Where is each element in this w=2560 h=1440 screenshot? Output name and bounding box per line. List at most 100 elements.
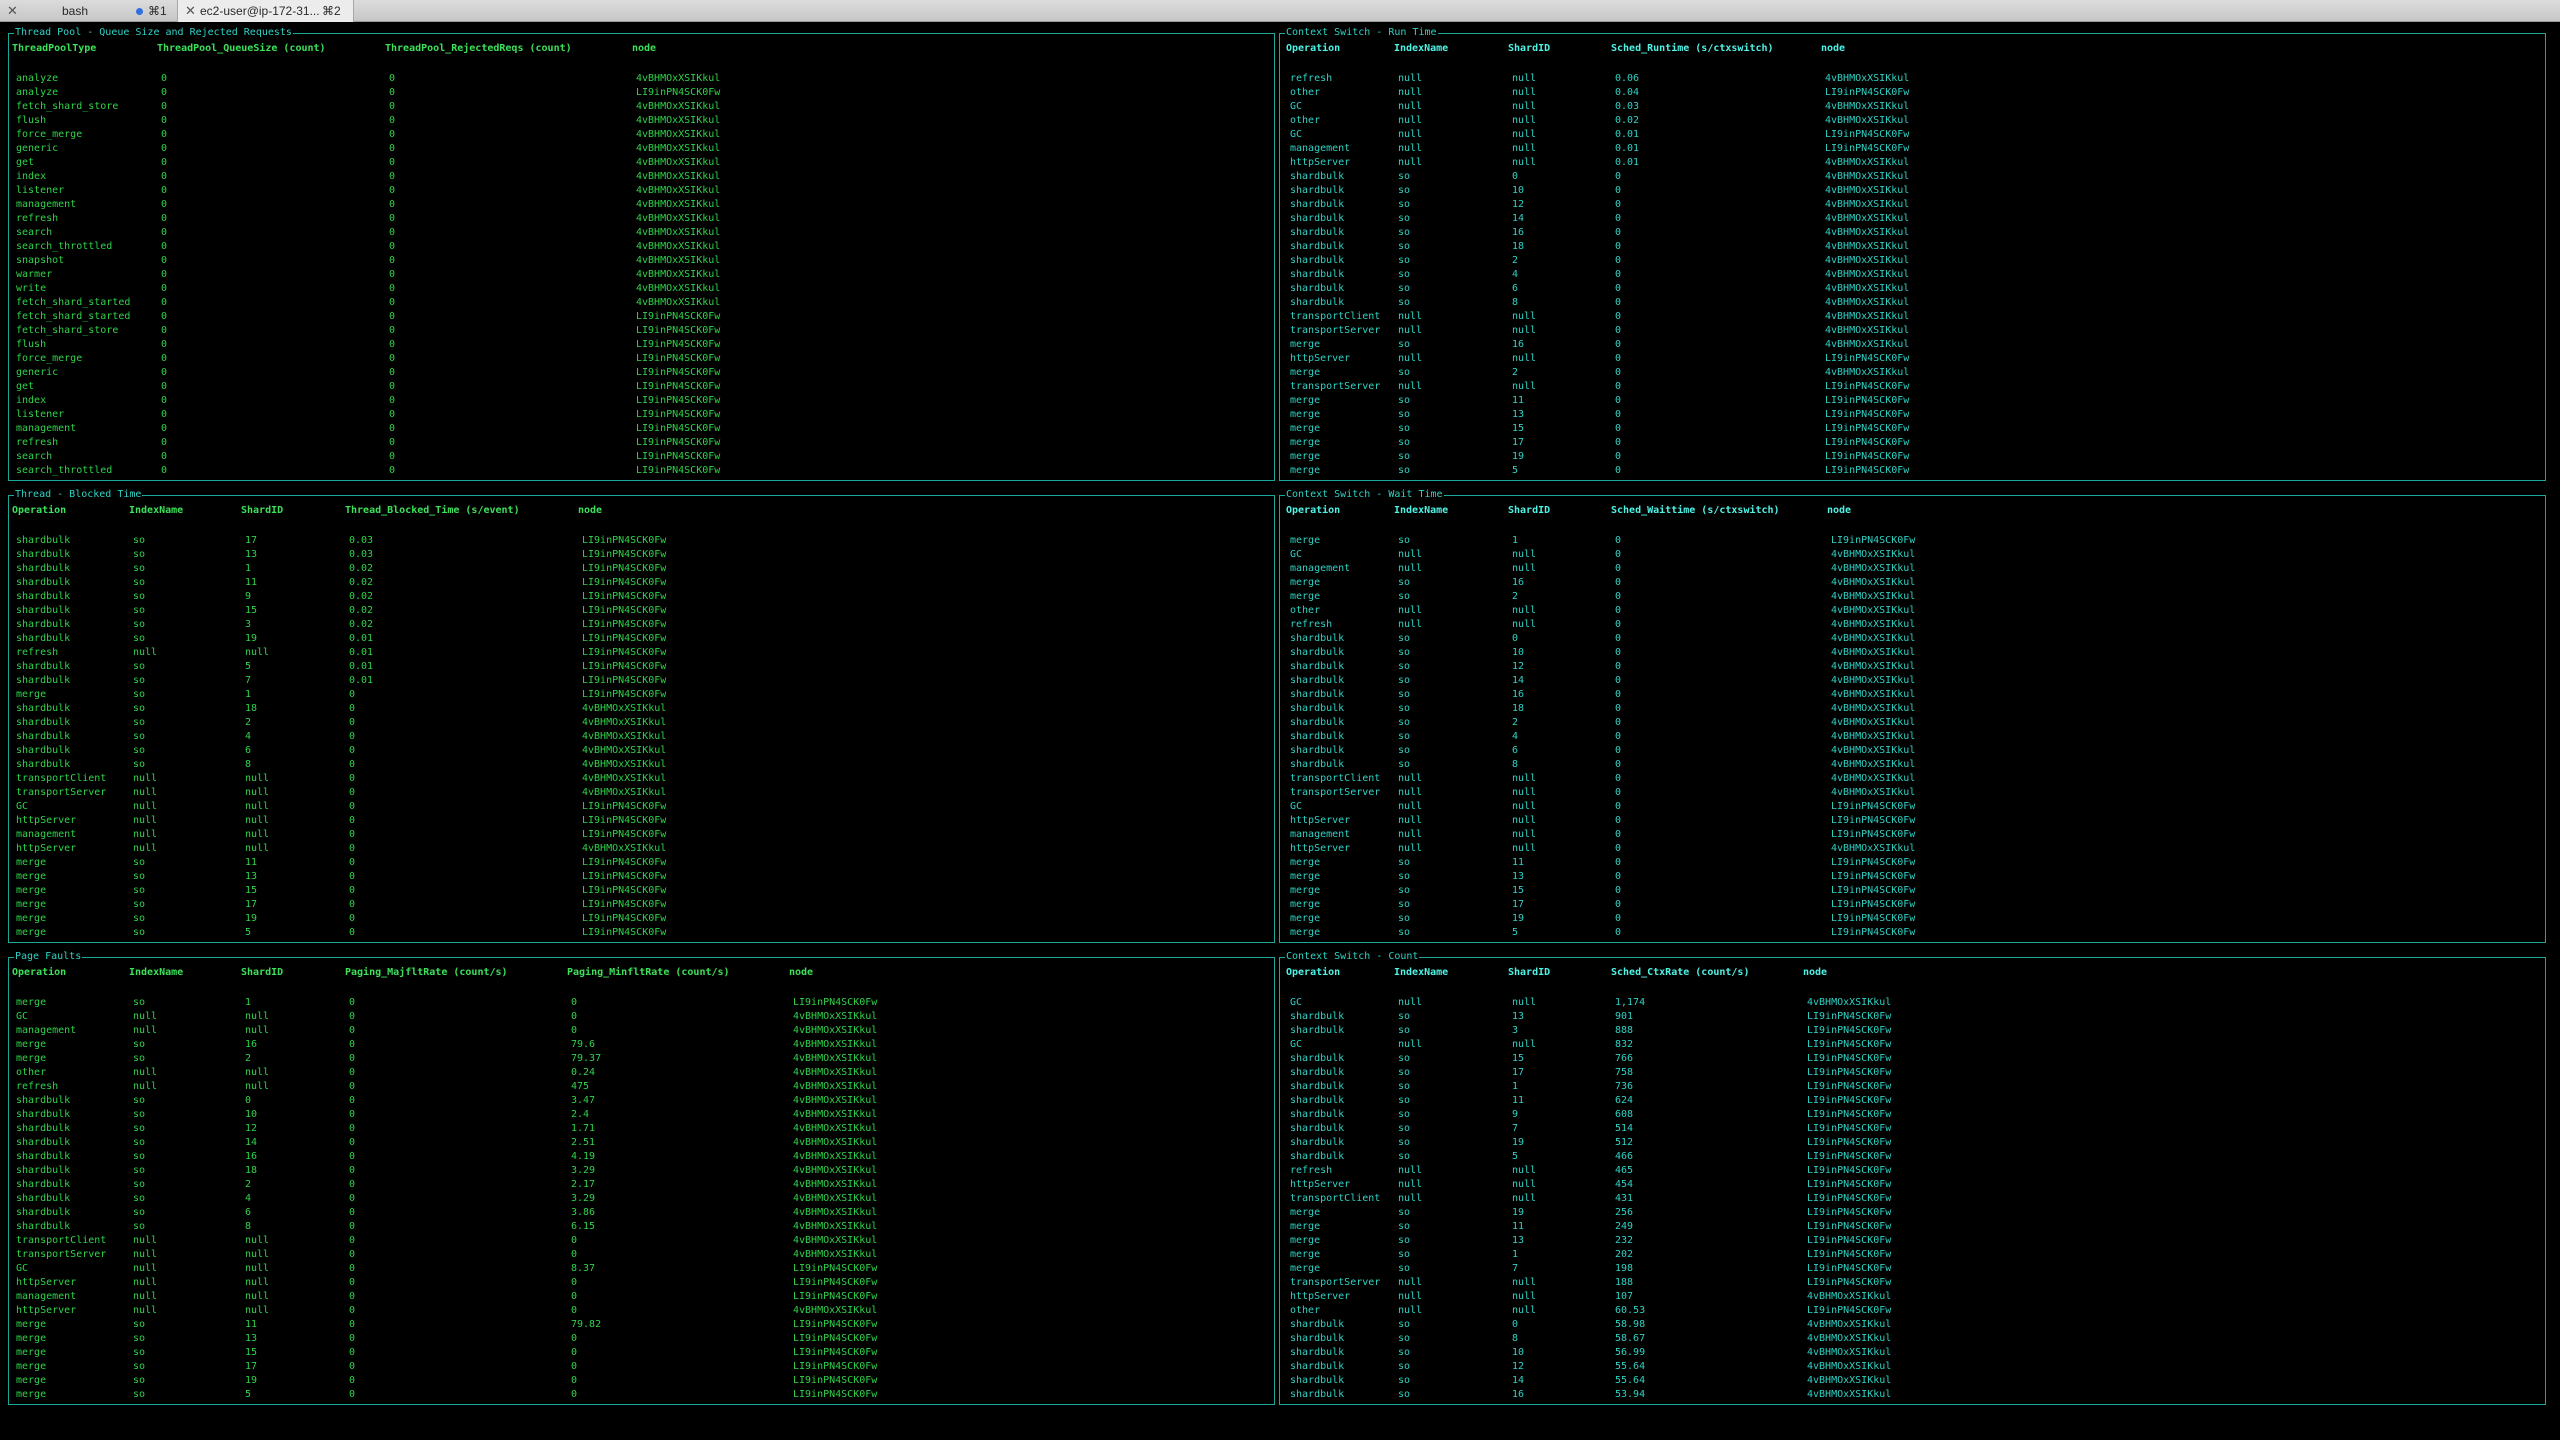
table-cell-threadpooltype: snapshot — [16, 255, 65, 266]
table-cell-operation: management — [1290, 143, 1351, 154]
table-cell-thread-blocked-time-s-event: 0 — [349, 689, 356, 700]
table-cell-threadpool-queuesize-count: 0 — [161, 367, 168, 378]
table-cell-node: 4vBHMOxXSIKkul — [793, 1249, 878, 1260]
table-cell-sched-waittime-s-ctxswitch: 0 — [1615, 745, 1622, 756]
table-cell-indexname: so — [133, 759, 146, 770]
column-header-threadpooltype: ThreadPoolType — [12, 43, 97, 54]
table-cell-paging-minfltrate-count-s: 0 — [571, 1277, 578, 1288]
table-cell-shardid: 5 — [1512, 1151, 1519, 1162]
tab-bash[interactable]: ✕ bash ⌘1 — [0, 0, 178, 22]
table-cell-node: 4vBHMOxXSIKkul — [582, 731, 667, 742]
table-cell-operation: merge — [1290, 591, 1321, 602]
table-cell-node: 4vBHMOxXSIKkul — [793, 1053, 878, 1064]
table-cell-shardid: 13 — [245, 1333, 258, 1344]
table-cell-node: LI9inPN4SCK0Fw — [1807, 1193, 1892, 1204]
table-cell-operation: transportServer — [1290, 1277, 1381, 1288]
table-cell-node: LI9inPN4SCK0Fw — [1807, 1109, 1892, 1120]
table-cell-indexname: null — [133, 1263, 158, 1274]
table-cell-operation: shardbulk — [16, 1165, 71, 1176]
table-cell-shardid: 1 — [1512, 1249, 1519, 1260]
table-cell-shardid: 19 — [245, 1375, 258, 1386]
column-header-paging-minfltrate-count-s: Paging_MinfltRate (count/s) — [567, 967, 730, 978]
table-cell-threadpool-rejectedreqs-count: 0 — [389, 395, 396, 406]
table-cell-paging-minfltrate-count-s: 3.29 — [571, 1193, 596, 1204]
table-cell-sched-runtime-s-ctxswitch: 0 — [1615, 423, 1622, 434]
table-cell-shardid: null — [245, 1249, 270, 1260]
table-cell-indexname: so — [1398, 927, 1411, 938]
table-cell-operation: merge — [16, 899, 47, 910]
table-cell-node: 4vBHMOxXSIKkul — [582, 717, 667, 728]
table-cell-node: LI9inPN4SCK0Fw — [793, 997, 878, 1008]
table-cell-threadpooltype: search_throttled — [16, 241, 113, 252]
table-cell-node: 4vBHMOxXSIKkul — [582, 759, 667, 770]
table-cell-operation: shardbulk — [1290, 661, 1345, 672]
table-cell-indexname: null — [1398, 157, 1423, 168]
table-cell-shardid: 10 — [245, 1109, 258, 1120]
table-cell-threadpool-queuesize-count: 0 — [161, 213, 168, 224]
table-cell-paging-minfltrate-count-s: 4.19 — [571, 1151, 596, 1162]
table-cell-indexname: so — [133, 1389, 146, 1400]
table-cell-paging-majfltrate-count-s: 0 — [349, 1123, 356, 1134]
table-cell-threadpooltype: fetch_shard_store — [16, 101, 119, 112]
terminal-tab-bar: ✕ bash ⌘1 ✕ ec2-user@ip-172-31... ⌘2 — [0, 0, 2560, 22]
close-icon[interactable]: ✕ — [185, 0, 196, 22]
table-cell-node: LI9inPN4SCK0Fw — [1807, 1305, 1892, 1316]
table-cell-indexname: so — [133, 1193, 146, 1204]
table-cell-node: 4vBHMOxXSIKkul — [1807, 997, 1892, 1008]
table-cell-shardid: null — [1512, 773, 1537, 784]
table-cell-node: 4vBHMOxXSIKkul — [636, 297, 721, 308]
table-cell-thread-blocked-time-s-event: 0 — [349, 857, 356, 868]
table-cell-indexname: so — [1398, 1053, 1411, 1064]
table-cell-sched-waittime-s-ctxswitch: 0 — [1615, 731, 1622, 742]
table-cell-node: LI9inPN4SCK0Fw — [582, 619, 667, 630]
table-cell-operation: shardbulk — [1290, 199, 1345, 210]
table-cell-sched-ctxrate-count-s: 454 — [1615, 1179, 1634, 1190]
table-cell-threadpool-queuesize-count: 0 — [161, 437, 168, 448]
table-cell-shardid: 15 — [245, 885, 258, 896]
table-cell-shardid: null — [1512, 311, 1537, 322]
table-cell-node: 4vBHMOxXSIKkul — [793, 1235, 878, 1246]
table-cell-sched-runtime-s-ctxswitch: 0.04 — [1615, 87, 1640, 98]
table-cell-operation: httpServer — [16, 1305, 77, 1316]
table-cell-indexname: null — [1398, 1039, 1423, 1050]
column-header-indexname: IndexName — [1394, 967, 1449, 978]
table-cell-indexname: so — [133, 1151, 146, 1162]
table-cell-shardid: null — [1512, 381, 1537, 392]
table-cell-paging-minfltrate-count-s: 0 — [571, 1011, 578, 1022]
table-cell-shardid: 14 — [1512, 1375, 1525, 1386]
table-cell-shardid: null — [1512, 101, 1537, 112]
table-cell-operation: other — [1290, 115, 1321, 126]
table-cell-shardid: 18 — [245, 1165, 258, 1176]
table-cell-indexname: so — [133, 675, 146, 686]
table-cell-threadpooltype: flush — [16, 339, 47, 350]
table-cell-shardid: 19 — [245, 913, 258, 924]
table-cell-shardid: 3 — [245, 619, 252, 630]
table-cell-operation: merge — [16, 871, 47, 882]
table-cell-operation: merge — [1290, 423, 1321, 434]
table-cell-shardid: 13 — [245, 549, 258, 560]
table-cell-shardid: 1 — [245, 689, 252, 700]
close-icon[interactable]: ✕ — [7, 0, 18, 22]
table-cell-shardid: 16 — [1512, 1389, 1525, 1400]
table-cell-operation: shardbulk — [16, 1207, 71, 1218]
table-cell-operation: shardbulk — [1290, 1053, 1345, 1064]
tab-ssh-session[interactable]: ✕ ec2-user@ip-172-31... ⌘2 — [178, 0, 354, 22]
table-cell-node: LI9inPN4SCK0Fw — [1825, 381, 1910, 392]
table-cell-operation: GC — [16, 801, 29, 812]
table-cell-indexname: so — [1398, 1235, 1411, 1246]
table-cell-indexname: so — [1398, 647, 1411, 658]
table-cell-paging-minfltrate-count-s: 0 — [571, 1291, 578, 1302]
table-cell-operation: shardbulk — [1290, 255, 1345, 266]
table-cell-sched-ctxrate-count-s: 198 — [1615, 1263, 1634, 1274]
table-cell-shardid: 16 — [245, 1039, 258, 1050]
table-cell-shardid: 3 — [1512, 1025, 1519, 1036]
table-cell-threadpool-queuesize-count: 0 — [161, 381, 168, 392]
table-cell-operation: shardbulk — [1290, 1109, 1345, 1120]
table-cell-threadpooltype: index — [16, 395, 47, 406]
table-cell-operation: shardbulk — [1290, 269, 1345, 280]
table-cell-indexname: null — [133, 1011, 158, 1022]
table-cell-indexname: null — [1398, 997, 1423, 1008]
table-cell-indexname: so — [133, 605, 146, 616]
table-cell-paging-minfltrate-count-s: 475 — [571, 1081, 590, 1092]
table-cell-indexname: so — [133, 619, 146, 630]
